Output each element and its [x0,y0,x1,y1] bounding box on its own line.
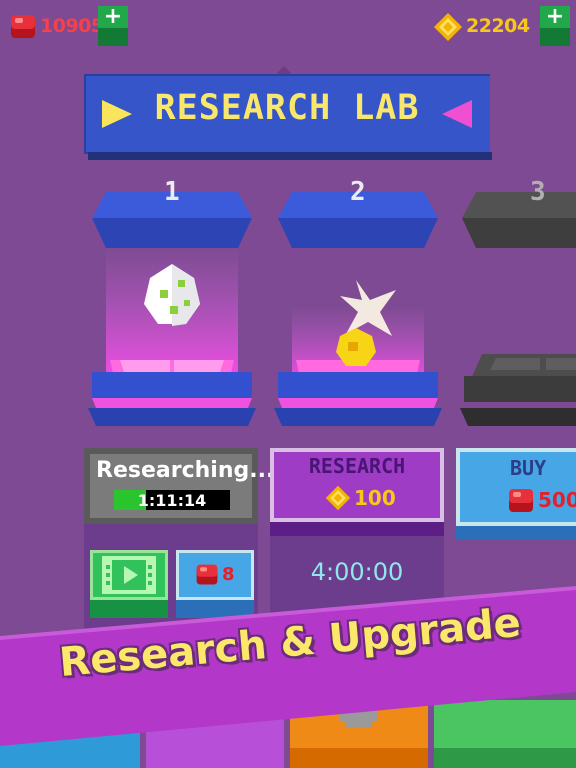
coins-amount: 22204 [466,15,530,37]
promo-banner: Research & Upgrade [0,560,576,750]
arrow-right-icon [102,100,132,128]
arrow-left-icon [442,100,472,128]
gem-icon [11,15,35,38]
add-gems-button[interactable]: + [98,6,128,46]
gems-amount: 10905 [40,15,104,37]
slot-2-number: 2 [350,177,366,207]
coin-icon [434,13,462,41]
title-sign: RESEARCH LAB [84,66,494,162]
buy-cost: 500 [538,488,576,512]
slot-3-pedestal [460,236,576,434]
coins-counter: 22204 [432,10,534,44]
research-progress-bar: 1:11:14 [114,490,230,510]
research-cost: 100 [354,486,396,510]
slot-3-number: 3 [530,177,546,207]
slot-1-pedestal [88,236,256,434]
page-title: RESEARCH LAB [154,88,420,128]
gems-counter: 10905 [6,10,104,44]
researching-label: Researching... [96,458,275,483]
buy-label: BUY [510,456,547,480]
plus-icon: + [540,6,570,28]
plus-icon: + [98,6,128,28]
research-button[interactable]: RESEARCH 100 [270,448,444,536]
slot-1-number: 1 [164,177,180,207]
research-timer: 1:11:14 [137,491,207,510]
egg-icon [144,264,200,326]
slot-2-pedestal [274,236,442,434]
golden-egg-icon [336,328,376,366]
buy-button[interactable]: BUY 500 [456,448,576,542]
coin-icon [325,485,351,511]
research-label: RESEARCH [308,454,406,478]
gem-icon [509,489,533,512]
slot-1-status-card: Researching... 1:11:14 [84,448,275,524]
add-coins-button[interactable]: + [540,6,570,46]
